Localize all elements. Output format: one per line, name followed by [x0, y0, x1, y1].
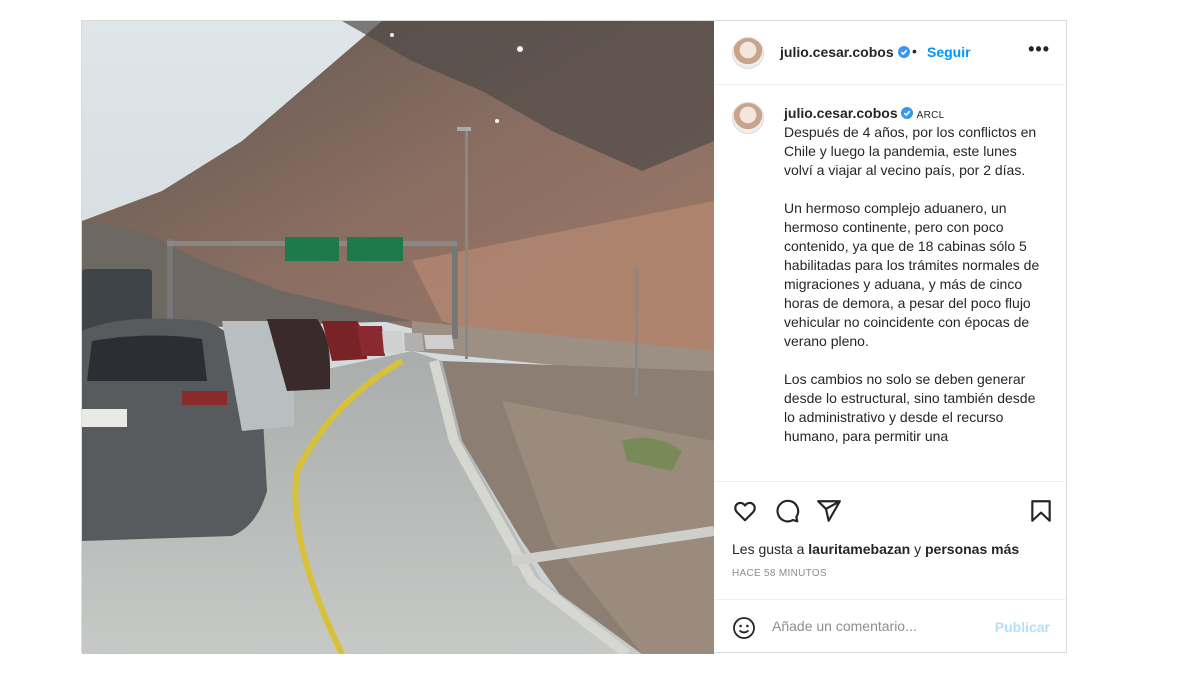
caption-paragraph: Un hermoso complejo aduanero, un hermoso… [784, 200, 1040, 349]
likes-summary: Les gusta a lauritamebazan y personas má… [732, 541, 1019, 557]
post-header: julio.cesar.cobos • Seguir ••• [714, 21, 1068, 85]
verified-badge-icon [900, 107, 913, 119]
caption-text: Después de 4 años, por los conflictos en… [784, 123, 1044, 465]
comment-icon[interactable] [774, 498, 800, 524]
location-tag[interactable]: ARCL [917, 110, 945, 121]
caption-avatar[interactable] [732, 102, 764, 134]
caption-paragraph: Después de 4 años, por los conflictos en… [784, 124, 1037, 178]
publish-button[interactable]: Publicar [995, 619, 1050, 635]
caption-username-link[interactable]: julio.cesar.cobos [784, 105, 898, 121]
likes-prefix: Les gusta a [732, 541, 805, 557]
more-options-icon[interactable]: ••• [1028, 39, 1050, 60]
caption-area[interactable]: julio.cesar.cobos ARCL Después de 4 años,… [714, 85, 1068, 481]
verified-badge-icon [898, 46, 910, 58]
mountain-road-photo [82, 21, 714, 654]
post-actions: Les gusta a lauritamebazan y personas má… [714, 481, 1068, 600]
likes-connector: y [914, 541, 922, 557]
bookmark-icon[interactable] [1028, 498, 1054, 524]
post-photo[interactable] [82, 21, 714, 654]
heart-icon[interactable] [732, 498, 758, 524]
comment-box: Publicar [714, 599, 1068, 655]
send-icon[interactable] [816, 498, 842, 524]
follow-button[interactable]: Seguir [927, 44, 971, 60]
liked-by-user-link[interactable]: lauritamebazan [808, 541, 910, 557]
caption-header: julio.cesar.cobos ARCL [784, 105, 944, 123]
post-timestamp[interactable]: HACE 58 MINUTOS [732, 568, 827, 579]
username-link[interactable]: julio.cesar.cobos [780, 44, 894, 60]
caption-paragraph: Los cambios no solo se deben generar des… [784, 371, 1036, 444]
emoji-icon[interactable] [732, 616, 756, 640]
comment-input[interactable] [772, 618, 982, 634]
separator-dot: • [912, 43, 917, 59]
likes-count-link[interactable]: personas más [925, 541, 1019, 557]
post-sidebar: julio.cesar.cobos • Seguir ••• julio.ces… [714, 21, 1068, 654]
avatar[interactable] [732, 37, 764, 69]
instagram-post: julio.cesar.cobos • Seguir ••• julio.ces… [81, 20, 1068, 654]
